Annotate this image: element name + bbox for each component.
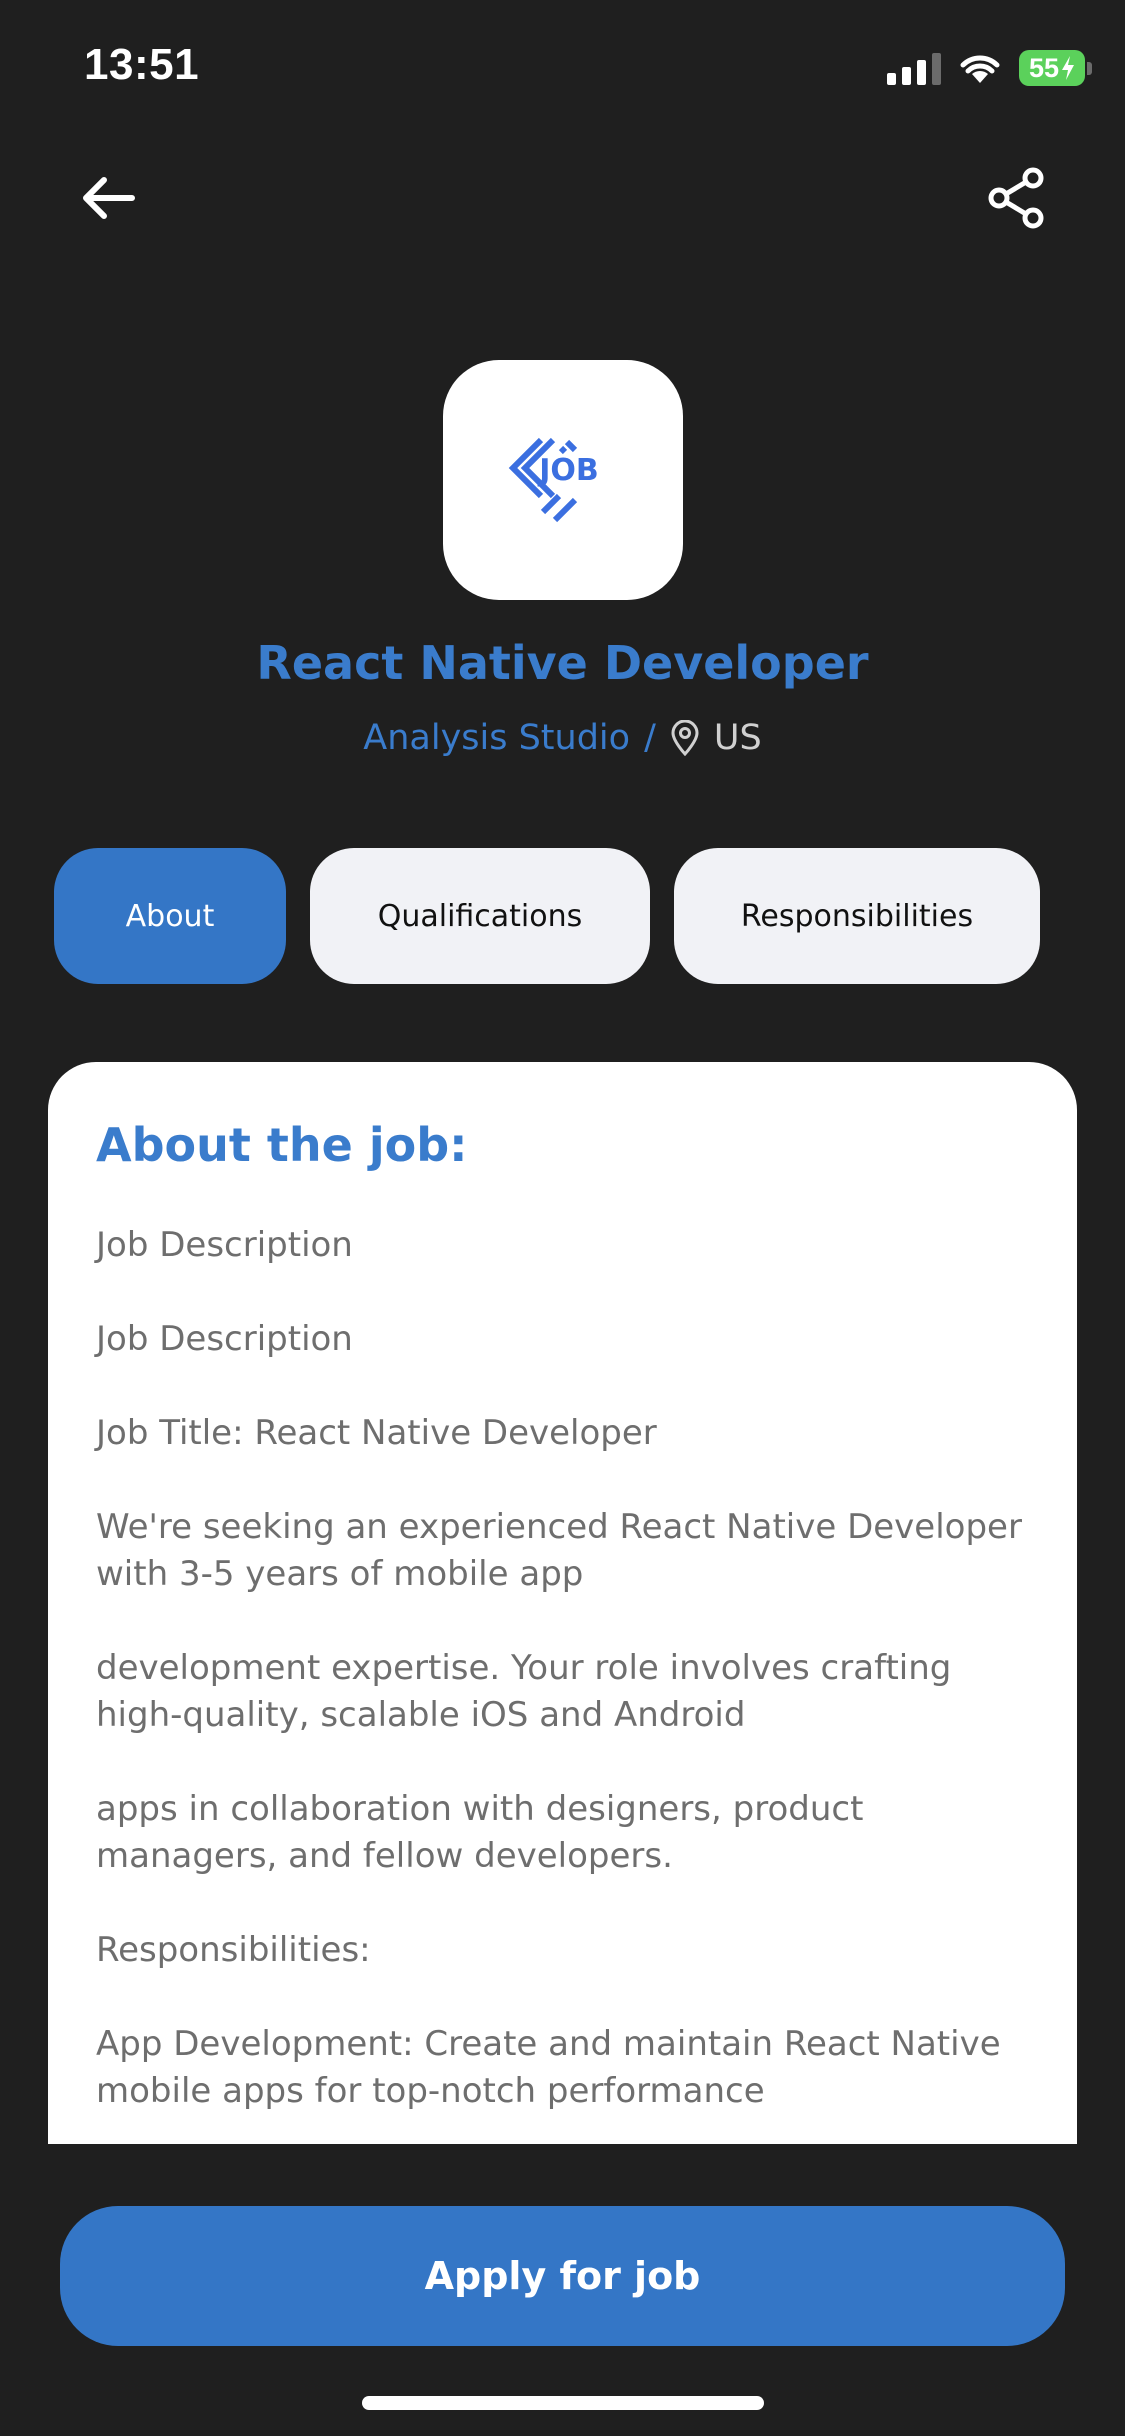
about-paragraph: Job Description [96,1225,353,1265]
tab-bar: About Qualifications Responsibilities [54,848,1074,984]
battery-icon: 55 [1019,50,1092,86]
share-button[interactable] [977,158,1057,238]
cellular-signal-icon [887,51,941,85]
back-button[interactable] [68,158,148,238]
location: US [713,718,762,758]
share-icon [988,167,1044,229]
company-logo: JOB [443,360,683,600]
company-name: Analysis Studio [363,718,631,758]
about-paragraph: development expertise. Your role involve… [96,1648,952,1735]
wifi-icon [960,55,1000,83]
company-location-row: Analysis Studio / US [0,718,1125,758]
svg-text:JOB: JOB [537,453,599,488]
charging-bolt-icon [1062,56,1075,80]
about-paragraph: Job Description [96,1319,353,1359]
about-paragraph: Responsibilities: [96,1930,371,1970]
about-heading: About the job: [96,1118,468,1172]
arrow-left-icon [83,177,135,219]
about-paragraph: apps in collaboration with designers, pr… [96,1789,864,1876]
status-icons: 55 [887,48,1092,88]
apply-button[interactable]: Apply for job [60,2206,1065,2346]
tab-about[interactable]: About [54,848,286,984]
separator: / [644,718,656,758]
tab-responsibilities[interactable]: Responsibilities [674,848,1040,984]
job-logo-icon: JOB [508,437,599,523]
home-indicator[interactable] [362,2396,764,2410]
job-title: React Native Developer [256,636,869,690]
about-paragraph: App Development: Create and maintain Rea… [96,2024,1001,2111]
status-time: 13:51 [84,40,200,89]
about-card[interactable]: About the job: Job Description Job Descr… [48,1062,1077,2144]
about-paragraph: Job Title: React Native Developer [96,1413,657,1453]
battery-level: 55 [1028,52,1060,83]
job-details-screen: 13:51 55 JOB React Native Developer Anal… [0,0,1125,2436]
location-pin-icon [671,720,699,756]
about-paragraph: We're seeking an experienced React Nativ… [96,1507,1022,1594]
tab-qualifications[interactable]: Qualifications [310,848,650,984]
